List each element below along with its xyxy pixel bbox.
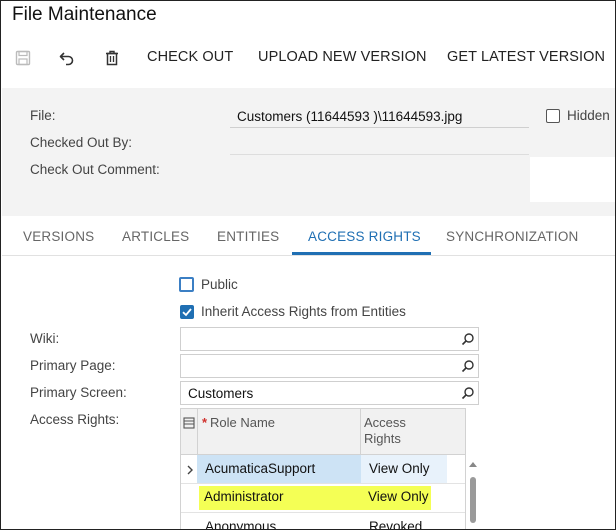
tab-bar: VERSIONS ARTICLES ENTITIES ACCESS RIGHTS… [2, 216, 615, 256]
inherit-access-rights-label: Inherit Access Rights from Entities [201, 304, 406, 319]
grid-scrollbar[interactable] [466, 456, 480, 529]
page-title: File Maintenance [12, 4, 157, 25]
trash-icon[interactable] [103, 49, 121, 67]
column-access-rights-line2[interactable]: Rights [364, 431, 401, 447]
search-icon[interactable] [461, 332, 475, 346]
tab-versions[interactable]: VERSIONS [23, 229, 94, 244]
table-row[interactable]: Anonymous Revoked [181, 513, 465, 529]
access-rights-cell[interactable]: View Only [369, 461, 430, 476]
file-label: File: [30, 108, 56, 123]
public-label: Public [201, 277, 238, 292]
check-out-button[interactable]: CHECK OUT [147, 49, 233, 65]
required-mark: * [202, 415, 208, 430]
primary-screen-input[interactable]: Customers [180, 381, 479, 405]
hidden-checkbox[interactable] [546, 109, 560, 123]
upload-new-version-button[interactable]: UPLOAD NEW VERSION [258, 49, 427, 65]
comment-box-edge [530, 157, 615, 202]
undo-icon[interactable] [58, 49, 76, 67]
file-value: Customers (11644593 )\11644593.jpg [237, 109, 463, 124]
toolbar: CHECK OUT UPLOAD NEW VERSION GET LATEST … [1, 41, 615, 75]
search-icon[interactable] [461, 386, 475, 400]
file-field[interactable]: Customers (11644593 )\11644593.jpg [230, 104, 529, 128]
column-separator [360, 409, 361, 455]
wiki-label: Wiki: [30, 331, 60, 346]
primary-page-input[interactable] [180, 354, 479, 378]
tab-access-rights[interactable]: ACCESS RIGHTS [308, 229, 421, 244]
wiki-input[interactable] [180, 327, 479, 351]
chevron-right-icon [185, 463, 195, 475]
active-tab-indicator [292, 252, 431, 255]
checked-out-by-field [230, 131, 529, 155]
tab-synchronization[interactable]: SYNCHRONIZATION [446, 229, 579, 244]
inherit-access-rights-checkbox[interactable] [180, 305, 194, 319]
get-latest-version-button[interactable]: GET LATEST VERSION [447, 49, 605, 65]
access-rights-grid: * Role Name Access Rights AcumaticaSuppo… [180, 408, 466, 529]
file-maintenance-window: File Maintenance CHECK OUT UPLOAD NEW VE… [0, 0, 616, 530]
column-access-rights-line1[interactable]: Access [364, 415, 406, 431]
access-rights-label: Access Rights: [30, 412, 120, 427]
tab-articles[interactable]: ARTICLES [122, 229, 189, 244]
grid-header: * Role Name Access Rights [181, 409, 465, 455]
column-separator [197, 409, 198, 455]
tab-entities[interactable]: ENTITIES [217, 229, 279, 244]
check-out-comment-label: Check Out Comment: [30, 162, 160, 177]
primary-screen-value: Customers [188, 386, 254, 401]
access-rights-cell[interactable]: Revoked [369, 519, 422, 529]
table-row[interactable]: AcumaticaSupport View Only [181, 455, 465, 484]
checked-out-by-label: Checked Out By: [30, 135, 133, 150]
search-icon[interactable] [461, 359, 475, 373]
public-checkbox[interactable] [179, 277, 194, 292]
role-name-cell[interactable]: Anonymous [205, 519, 276, 529]
check-out-comment-field [230, 158, 529, 202]
primary-screen-label: Primary Screen: [30, 385, 127, 400]
column-role-name[interactable]: Role Name [210, 415, 275, 431]
save-icon[interactable] [14, 49, 32, 67]
role-name-cell[interactable]: AcumaticaSupport [205, 461, 315, 476]
access-rights-cell[interactable]: View Only [368, 489, 429, 504]
primary-page-label: Primary Page: [30, 358, 116, 373]
role-name-cell[interactable]: Administrator [204, 489, 284, 504]
hidden-label: Hidden [567, 108, 610, 123]
column-settings-icon[interactable] [183, 416, 195, 429]
